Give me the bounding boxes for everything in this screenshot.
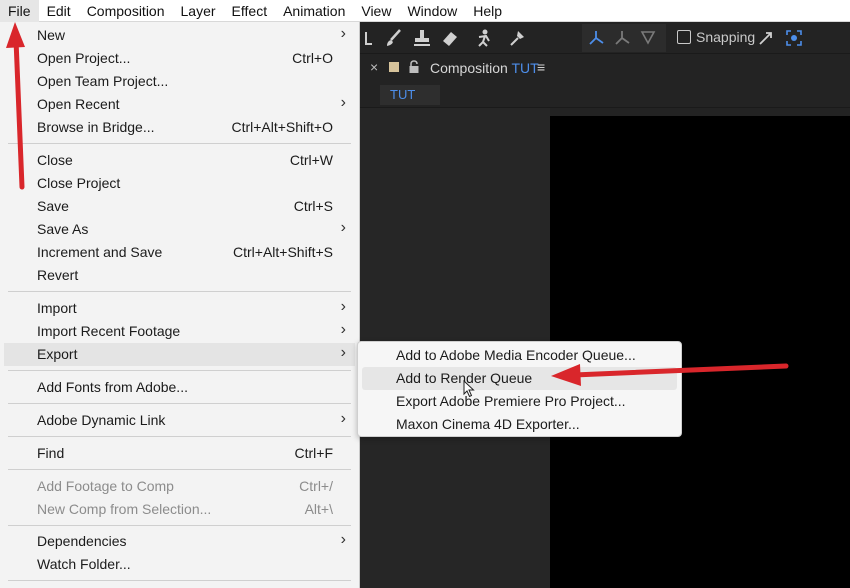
menu-composition[interactable]: Composition — [79, 0, 173, 22]
panel-title-prefix: Composition — [430, 60, 508, 76]
menu-animation[interactable]: Animation — [275, 0, 353, 22]
menu-separator — [8, 580, 351, 581]
menu-separator — [8, 370, 351, 371]
chevron-right-icon: › — [340, 344, 346, 361]
shortcut: Ctrl+Alt+Shift+O — [231, 119, 333, 135]
menu-view[interactable]: View — [353, 0, 399, 22]
composition-panel-header: × Composition TUT ≡ — [360, 54, 850, 82]
puppet-pin-icon[interactable] — [506, 26, 530, 50]
file-menu: New › Open Project... Ctrl+O Open Team P… — [0, 22, 360, 588]
menu-item-watch-folder[interactable]: Watch Folder... — [4, 553, 355, 576]
submenu-item-export-premiere-pro-project[interactable]: Export Adobe Premiere Pro Project... — [362, 390, 677, 413]
axis-view-icon[interactable] — [636, 26, 660, 50]
roto-brush-icon[interactable] — [472, 26, 496, 50]
menu-item-find[interactable]: Find Ctrl+F — [4, 442, 355, 465]
menu-item-save[interactable]: Save Ctrl+S — [4, 195, 355, 218]
shortcut: Alt+\ — [304, 501, 333, 517]
panel-comp-name: TUT — [511, 60, 539, 76]
menu-item-save-as[interactable]: Save As › — [4, 218, 355, 241]
submenu-item-maxon-cinema-4d-exporter[interactable]: Maxon Cinema 4D Exporter... — [362, 413, 677, 436]
menu-item-close[interactable]: Close Ctrl+W — [4, 149, 355, 172]
close-panel-icon[interactable]: × — [370, 59, 378, 75]
chevron-right-icon: › — [340, 219, 346, 236]
menu-bar: File Edit Composition Layer Effect Anima… — [0, 0, 850, 22]
menu-separator — [8, 403, 351, 404]
chevron-right-icon: › — [340, 25, 346, 42]
menu-item-new[interactable]: New › — [4, 24, 355, 47]
menu-item-open-team-project[interactable]: Open Team Project... — [4, 70, 355, 93]
menu-effect[interactable]: Effect — [224, 0, 276, 22]
menu-item-open-project[interactable]: Open Project... Ctrl+O — [4, 47, 355, 70]
chevron-right-icon: › — [340, 531, 346, 548]
menu-item-new-comp-from-selection: New Comp from Selection... Alt+\ — [37, 501, 333, 517]
clone-stamp-icon[interactable] — [410, 26, 434, 50]
shortcut: Ctrl+O — [292, 50, 333, 66]
menu-help[interactable]: Help — [465, 0, 510, 22]
menu-separator — [8, 436, 351, 437]
panel-menu-icon[interactable]: ≡ — [537, 59, 545, 75]
menu-item-close-project[interactable]: Close Project — [4, 172, 355, 195]
menu-item-dependencies[interactable]: Dependencies › — [4, 530, 355, 553]
menu-separator — [8, 143, 351, 144]
shortcut: Ctrl+S — [293, 198, 333, 214]
menu-item-import[interactable]: Import › — [4, 297, 355, 320]
menu-item-export[interactable]: Export › — [4, 343, 355, 366]
label-color-swatch — [389, 62, 399, 72]
menu-item-increment-and-save[interactable]: Increment and Save Ctrl+Alt+Shift+S — [4, 241, 355, 264]
snap-icon[interactable] — [754, 26, 778, 50]
snap-target-icon[interactable] — [782, 26, 806, 50]
menu-item-open-recent[interactable]: Open Recent › — [4, 93, 355, 116]
shortcut: Ctrl+/ — [299, 478, 333, 494]
menu-item-add-footage-to-comp: Add Footage to Comp Ctrl+/ — [37, 478, 333, 494]
menu-edit[interactable]: Edit — [39, 0, 79, 22]
menu-item-browse-in-bridge[interactable]: Browse in Bridge... Ctrl+Alt+Shift+O — [4, 116, 355, 139]
menu-item-revert[interactable]: Revert — [4, 264, 355, 287]
chevron-right-icon: › — [340, 410, 346, 427]
lock-icon[interactable] — [408, 60, 420, 79]
menu-separator — [8, 525, 351, 526]
submenu-item-add-to-render-queue[interactable]: Add to Render Queue — [362, 367, 677, 390]
comp-tab[interactable]: TUT — [380, 85, 440, 105]
shortcut: Ctrl+F — [294, 445, 334, 461]
shortcut: Ctrl+Alt+Shift+S — [233, 244, 333, 260]
axis-world-icon[interactable] — [584, 26, 608, 50]
menu-separator — [8, 469, 351, 470]
chevron-right-icon: › — [340, 94, 346, 111]
export-submenu: Add to Adobe Media Encoder Queue... Add … — [357, 341, 682, 437]
menu-item-add-fonts-from-adobe[interactable]: Add Fonts from Adobe... — [4, 376, 355, 399]
eraser-icon[interactable] — [438, 26, 462, 50]
shortcut: Ctrl+W — [289, 152, 333, 168]
menu-separator — [8, 291, 351, 292]
mouse-cursor-icon — [463, 379, 475, 403]
chevron-right-icon: › — [340, 321, 346, 338]
panel-title: Composition TUT — [430, 60, 539, 76]
menu-item-import-recent-footage[interactable]: Import Recent Footage › — [4, 320, 355, 343]
submenu-item-add-to-media-encoder-queue[interactable]: Add to Adobe Media Encoder Queue... — [362, 344, 677, 367]
chevron-right-icon: › — [340, 298, 346, 315]
menu-layer[interactable]: Layer — [173, 0, 224, 22]
snapping-checkbox[interactable] — [677, 30, 691, 44]
menu-window[interactable]: Window — [399, 0, 465, 22]
brush-icon[interactable] — [382, 26, 406, 50]
snapping-label: Snapping — [696, 29, 756, 45]
menu-item-adobe-dynamic-link[interactable]: Adobe Dynamic Link › — [4, 409, 355, 432]
menu-file[interactable]: File — [0, 0, 39, 22]
axis-local-icon[interactable] — [610, 26, 634, 50]
